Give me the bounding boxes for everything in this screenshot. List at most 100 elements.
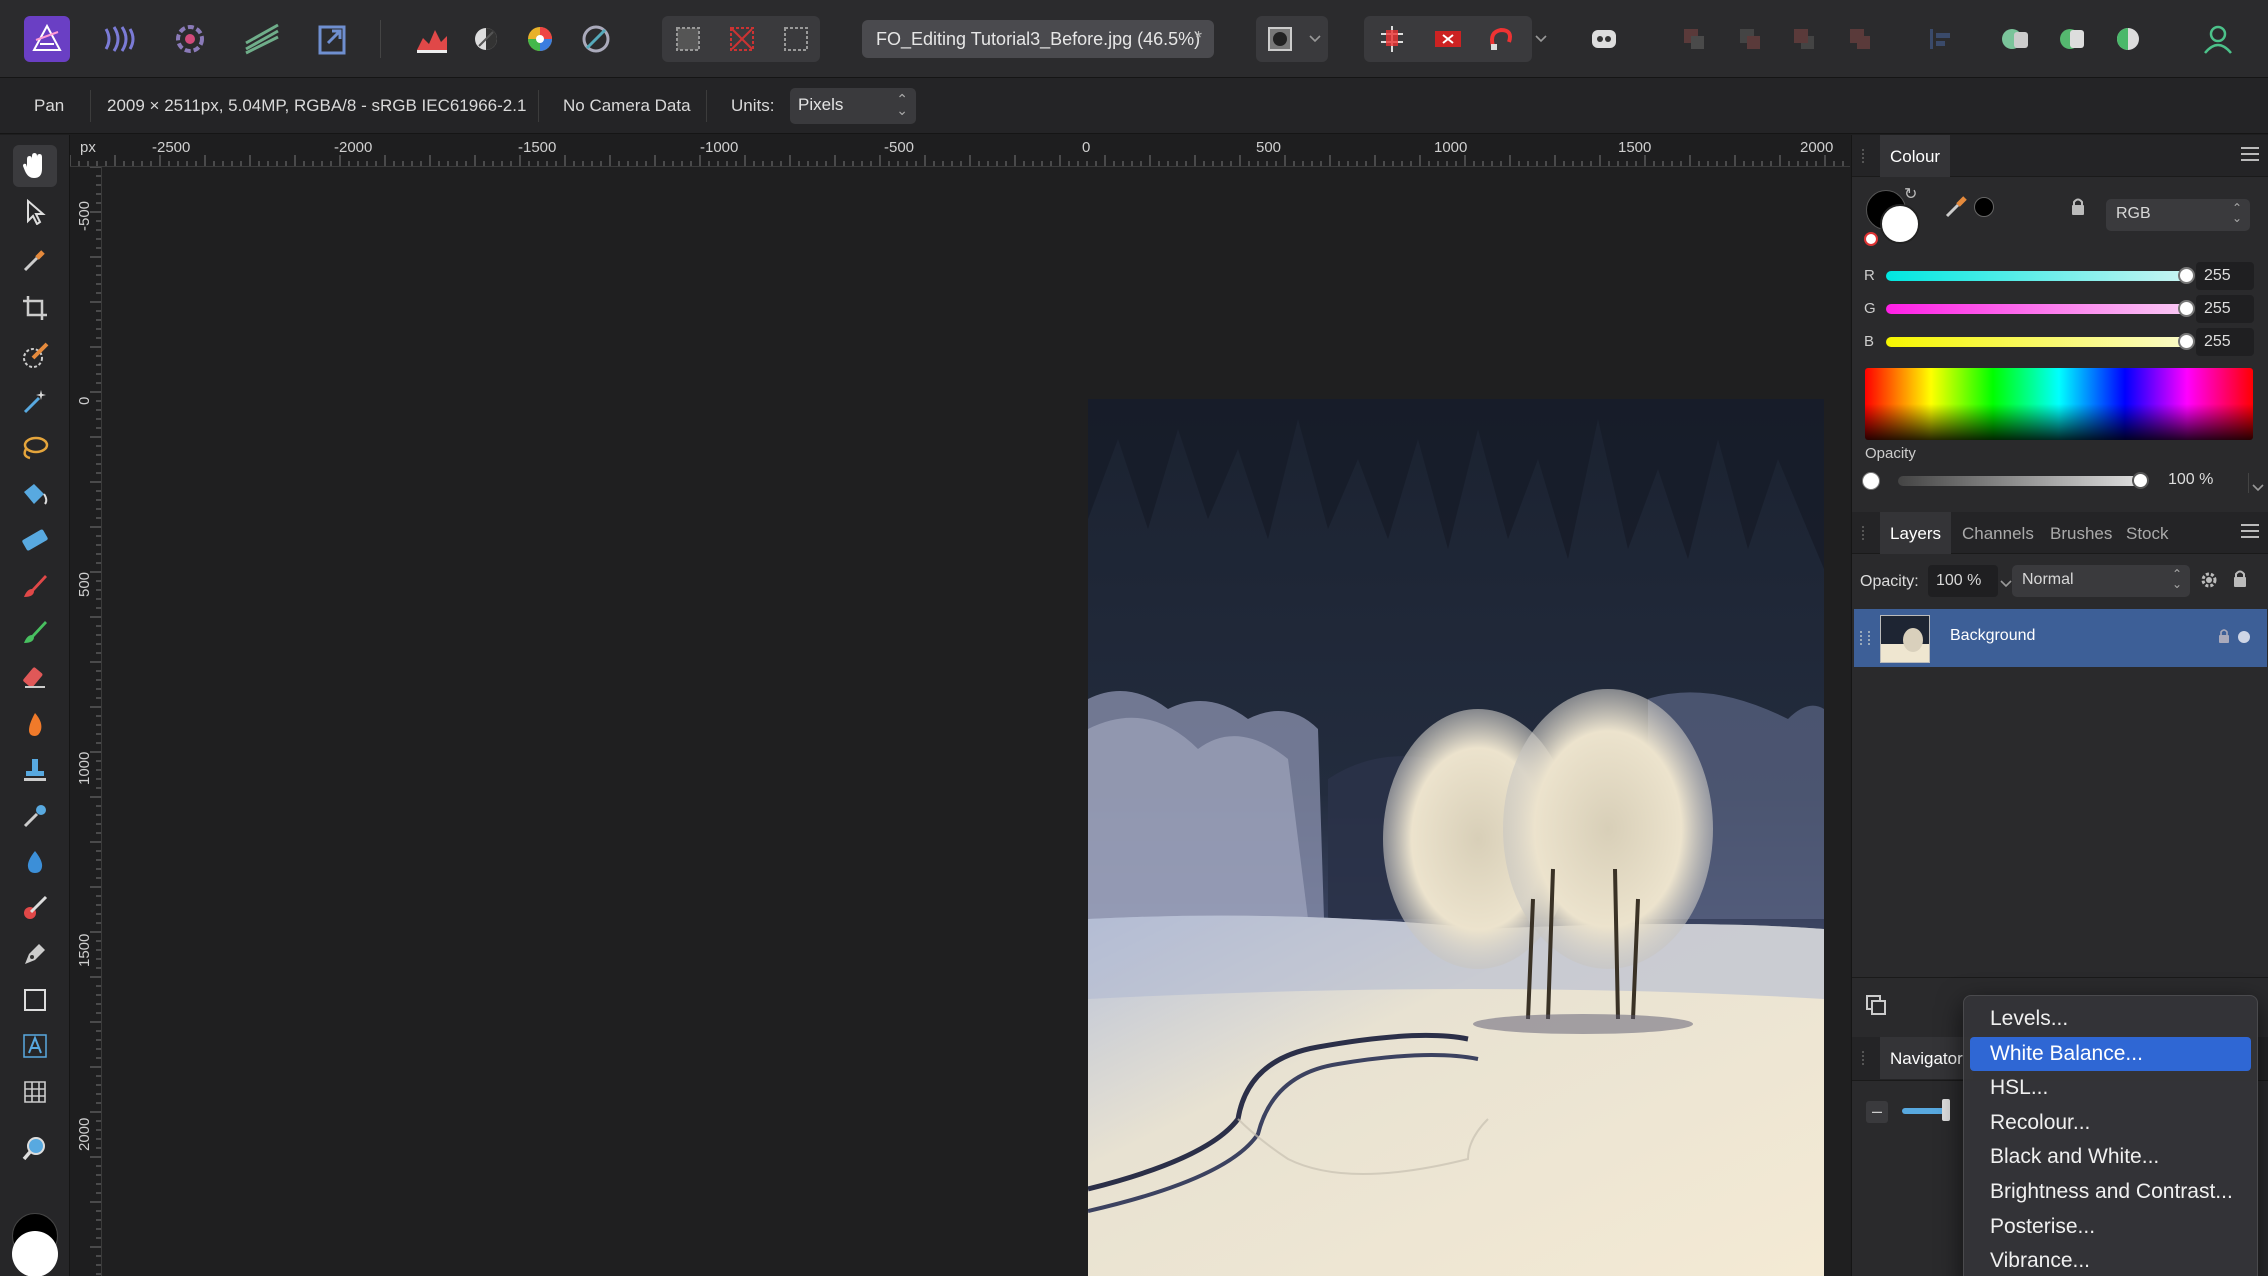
opacity-slider-knob[interactable] (2132, 472, 2149, 489)
sharpen-drop-tool-icon[interactable] (13, 841, 57, 883)
dodge-burn-tool-icon[interactable] (13, 703, 57, 745)
auto-white-balance-icon[interactable] (572, 16, 620, 62)
layer-opacity-field[interactable]: 100 % (1928, 565, 1998, 597)
document-modified-indicator[interactable]: * (1195, 28, 1202, 49)
gear-icon[interactable] (2198, 569, 2220, 596)
flood-fill-tool-icon[interactable] (13, 473, 57, 515)
units-select[interactable]: Pixels ⌃⌄ (790, 88, 916, 124)
arrange-forward-icon[interactable] (1780, 16, 1828, 62)
force-pixel-alignment-icon[interactable] (1476, 16, 1524, 62)
blur-brush-tool-icon[interactable] (13, 795, 57, 837)
auto-contrast-icon[interactable] (462, 16, 510, 62)
red-slider-track[interactable] (1886, 271, 2186, 281)
layer-arrange-icon[interactable] (1864, 993, 1888, 1022)
crop-tool-icon[interactable] (13, 287, 57, 329)
arrange-back-icon[interactable] (1670, 16, 1718, 62)
arrange-backward-icon[interactable] (1726, 16, 1774, 62)
opacity-slider-track[interactable] (1898, 476, 2138, 486)
opacity-value-field[interactable]: 100 % (2168, 471, 2238, 495)
menu-item-white-balance[interactable]: White Balance... (1970, 1037, 2251, 1072)
mesh-warp-tool-icon[interactable] (13, 1071, 57, 1113)
deselect-icon[interactable] (718, 16, 766, 62)
colour-picker-tool-icon[interactable] (13, 239, 57, 281)
invert-selection-icon[interactable] (772, 16, 820, 62)
menu-item-hsl[interactable]: HSL... (1970, 1071, 2251, 1106)
liquify-persona-icon[interactable] (96, 16, 144, 62)
navigator-zoom-knob[interactable] (1942, 1099, 1950, 1121)
flood-select-tool-icon[interactable] (13, 381, 57, 423)
view-tool-hand-icon[interactable] (13, 145, 57, 187)
picked-colour-swatch[interactable] (1974, 197, 1994, 217)
freehand-selection-tool-icon[interactable] (13, 427, 57, 469)
mode-layer-icon[interactable] (2048, 16, 2096, 62)
secondary-colour-swatch[interactable] (12, 1231, 58, 1276)
account-icon[interactable] (2194, 16, 2242, 62)
colour-well[interactable]: ↻ (1866, 190, 1920, 244)
green-value-field[interactable]: 255 (2196, 295, 2254, 323)
artistic-text-tool-icon[interactable] (13, 1025, 57, 1067)
document-canvas[interactable] (102, 167, 1850, 1276)
blue-slider-knob[interactable] (2178, 333, 2195, 350)
rectangle-tool-icon[interactable] (13, 979, 57, 1021)
align-icon[interactable] (1916, 16, 1964, 62)
green-slider-knob[interactable] (2178, 300, 2195, 317)
arrange-front-icon[interactable] (1836, 16, 1884, 62)
snapping-dropdown-icon[interactable] (1528, 16, 1554, 62)
tab-channels[interactable]: Channels (1952, 512, 2044, 554)
assistant-options-icon[interactable] (1424, 16, 1472, 62)
menu-item-levels[interactable]: Levels... (1970, 1002, 2251, 1037)
menu-item-black-and-white[interactable]: Black and White... (1970, 1140, 2251, 1175)
swap-colours-icon[interactable]: ↻ (1904, 184, 1917, 204)
tone-mapping-persona-icon[interactable] (238, 16, 286, 62)
document-tab[interactable]: FO_Editing Tutorial3_Before.jpg (46.5%) … (862, 20, 1214, 58)
quick-mask-icon[interactable] (1256, 16, 1304, 62)
histogram-icon[interactable] (408, 16, 456, 62)
mixer-brush-tool-icon[interactable] (13, 887, 57, 929)
chevron-down-icon[interactable] (2252, 479, 2264, 497)
colour-panel-menu-icon[interactable] (2241, 147, 2259, 165)
lock-icon[interactable] (2070, 197, 2086, 222)
erase-brush-tool-icon[interactable] (13, 657, 57, 699)
colour-replacement-brush-icon[interactable] (13, 611, 57, 653)
tab-brushes[interactable]: Brushes (2040, 512, 2122, 554)
menu-item-brightness-contrast[interactable]: Brightness and Contrast... (1970, 1175, 2251, 1210)
assistant-robot-icon[interactable] (1580, 16, 1628, 62)
blue-slider-track[interactable] (1886, 337, 2186, 347)
export-persona-icon[interactable] (308, 16, 356, 62)
tab-colour[interactable]: Colour (1880, 135, 1950, 177)
menu-item-recolour[interactable]: Recolour... (1970, 1106, 2251, 1141)
chevron-down-icon[interactable] (2000, 575, 2012, 593)
clone-brush-tool-icon[interactable] (13, 749, 57, 791)
zoom-out-icon[interactable]: – (1866, 1101, 1888, 1123)
blend-mode-select[interactable]: Normal ⌃⌄ (2012, 565, 2190, 597)
green-slider-track[interactable] (1886, 304, 2186, 314)
layer-lock-icon[interactable] (2218, 627, 2230, 650)
layer-row-background[interactable]: Background (1854, 609, 2267, 667)
pen-tool-icon[interactable] (13, 933, 57, 975)
snapping-icon[interactable] (1368, 16, 1416, 62)
selection-brush-tool-icon[interactable] (13, 335, 57, 377)
mode-mask-icon[interactable] (1992, 16, 2040, 62)
auto-colour-icon[interactable] (516, 16, 564, 62)
red-slider-knob[interactable] (2178, 267, 2195, 284)
zoom-tool-icon[interactable] (13, 1127, 57, 1169)
layers-panel-menu-icon[interactable] (2241, 524, 2259, 542)
tab-layers[interactable]: Layers (1880, 512, 1951, 554)
navigator-zoom-slider[interactable] (1902, 1108, 1946, 1114)
no-colour-icon[interactable] (1864, 232, 1878, 246)
eyedropper-icon[interactable] (1944, 193, 1970, 224)
tab-navigator[interactable]: Navigator (1880, 1037, 1973, 1079)
colour-model-select[interactable]: RGB ⌃⌄ (2106, 199, 2250, 231)
drag-handle-icon[interactable] (1860, 631, 1870, 645)
blue-value-field[interactable]: 255 (2196, 328, 2254, 356)
red-value-field[interactable]: 255 (2196, 262, 2254, 290)
layer-name[interactable]: Background (1950, 627, 2035, 645)
develop-persona-icon[interactable] (166, 16, 214, 62)
select-all-icon[interactable] (664, 16, 712, 62)
quick-mask-dropdown-icon[interactable] (1302, 16, 1328, 62)
tab-stock[interactable]: Stock (2116, 512, 2179, 554)
menu-item-vibrance[interactable]: Vibrance... (1970, 1244, 2251, 1276)
move-tool-arrow-icon[interactable] (13, 191, 57, 233)
lock-icon[interactable] (2232, 569, 2248, 594)
gradient-tool-icon[interactable] (13, 519, 57, 561)
